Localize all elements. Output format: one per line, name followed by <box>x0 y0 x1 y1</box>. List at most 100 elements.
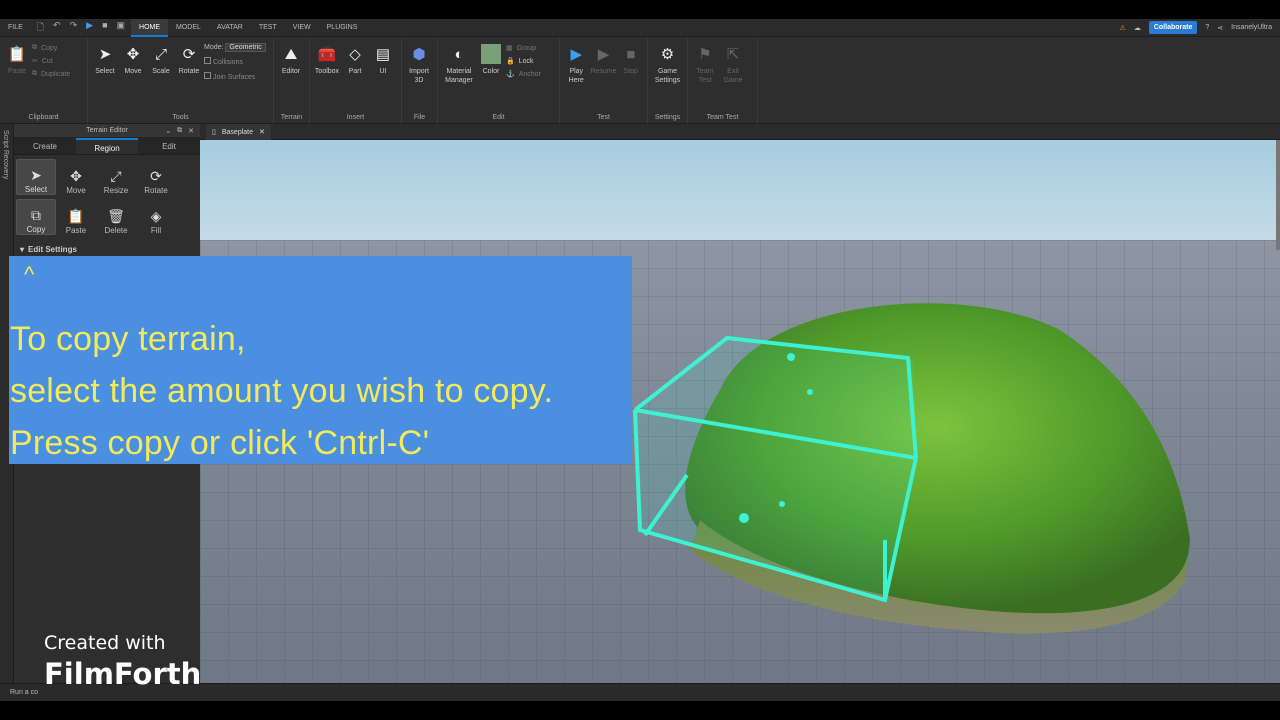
copy-button[interactable]: ⧉ Copy <box>32 44 70 52</box>
import-3d-button[interactable]: ⬢ Import 3D <box>406 42 432 124</box>
play-here-icon: ▶ <box>570 45 583 63</box>
copy-icon: ⧉ <box>31 207 41 223</box>
trash-icon: 🗑 <box>107 208 125 224</box>
paste-icon: 📋 <box>67 208 85 224</box>
watermark-line-2: FilmForth <box>44 657 202 691</box>
part-button[interactable]: ◇ Part <box>342 42 368 124</box>
game-settings-button[interactable]: ⚙ Game Settings <box>652 42 683 124</box>
edit-group: ◐ Material Manager Color ▦ Group 🔒 Lock ⚓ Anc… <box>438 38 560 124</box>
test-label: Test <box>597 114 610 121</box>
tools-label: Tools <box>172 114 189 121</box>
close-icon[interactable]: ✕ <box>259 128 265 136</box>
tab-edit[interactable]: Edit <box>138 138 200 154</box>
collisions-toggle[interactable]: Collisions <box>204 57 266 66</box>
select-tool-button[interactable]: ➤ Select <box>92 42 118 124</box>
notification-icon[interactable]: ⚠ <box>1120 24 1126 32</box>
duplicate-button[interactable]: ⧉ Duplicate <box>32 70 70 78</box>
import-3d-icon: ⬢ <box>412 45 426 63</box>
selection-handle[interactable] <box>739 513 749 523</box>
stop-icon[interactable]: ■ <box>102 20 107 36</box>
play-icon[interactable]: ▶ <box>86 20 93 36</box>
insert-group: 🧰 Toolbox ◇ Part ▤ UI Insert <box>310 38 402 124</box>
file-menu[interactable]: FILE <box>0 24 31 31</box>
tab-home[interactable]: HOME <box>131 18 169 37</box>
material-manager-button[interactable]: ◐ Material Manager <box>442 42 476 124</box>
tab-model[interactable]: MODEL <box>168 19 209 37</box>
mode-select[interactable]: Geometric <box>225 43 266 52</box>
triangle-down-icon: ▾ <box>20 245 25 254</box>
clipboard-group: 📋 Paste ⧉ Copy ✂ Cut ⧉ Duplicate Clipboard <box>0 38 88 124</box>
region-select-button[interactable]: ➤ Select <box>16 159 56 195</box>
tab-view[interactable]: VIEW <box>285 19 319 37</box>
region-move-button[interactable]: ✥ Move <box>56 159 96 195</box>
play-here-button[interactable]: ▶ Play Here <box>564 42 589 124</box>
collisions-checkbox[interactable] <box>204 57 211 64</box>
move-icon: ✥ <box>126 45 140 63</box>
terrain-icon: ⛰ <box>284 45 298 63</box>
region-rotate-button[interactable]: ⟳ Rotate <box>136 159 176 195</box>
selection-handle[interactable] <box>779 501 785 507</box>
paste-button[interactable]: 📋 Paste <box>4 42 30 124</box>
user-name[interactable]: InsanelyUltra <box>1231 24 1272 31</box>
tab-test[interactable]: TEST <box>251 19 285 37</box>
region-paste-button[interactable]: 📋 Paste <box>56 199 96 235</box>
viewport-scrollbar[interactable] <box>1276 140 1280 250</box>
quick-access: 🗋 ↶ ↷ ▶ ■ ▣ <box>31 20 131 36</box>
anchor-button[interactable]: ⚓ Anchor <box>506 70 541 79</box>
join-surfaces-checkbox[interactable] <box>204 72 211 79</box>
save-icon[interactable]: ▣ <box>117 20 126 36</box>
tab-region[interactable]: Region <box>76 138 138 154</box>
tab-create[interactable]: Create <box>14 138 76 154</box>
rotate-icon: ⟳ <box>182 45 196 63</box>
exit-game-button[interactable]: ⇱ Exit Game <box>720 42 746 124</box>
rotate-tool-button[interactable]: ⟳ Rotate <box>176 42 202 124</box>
doc-tab-baseplate[interactable]: ▯ Baseplate ✕ <box>206 124 271 140</box>
group-icon: ▦ <box>506 45 513 52</box>
region-fill-button[interactable]: ◈ Fill <box>136 199 176 235</box>
part-icon: ◇ <box>349 45 361 63</box>
chevron-down-icon[interactable]: ⌄ <box>165 127 171 135</box>
close-icon[interactable]: ✕ <box>188 127 194 135</box>
insert-label: Insert <box>346 114 365 121</box>
move-tool-button[interactable]: ✥ Move <box>120 42 146 124</box>
watermark-line-1: Created with <box>44 632 166 654</box>
resume-button[interactable]: ▶ Resume <box>590 42 616 124</box>
terrain-label: Terrain <box>280 114 303 121</box>
undock-icon[interactable]: ⧉ <box>177 127 182 135</box>
group-button[interactable]: ▦ Group <box>506 44 541 53</box>
share-icon[interactable]: ⋖ <box>1217 24 1223 32</box>
menu-bar: FILE 🗋 ↶ ↷ ▶ ■ ▣ HOME MODEL AVATAR TEST … <box>0 18 1280 37</box>
document-tabs: ▯ Baseplate ✕ <box>200 124 1280 140</box>
toolbox-button[interactable]: 🧰 Toolbox <box>314 42 340 124</box>
selection-handle[interactable] <box>787 353 795 361</box>
stop-button[interactable]: ■ Stop <box>619 42 644 124</box>
cut-button[interactable]: ✂ Cut <box>32 57 70 66</box>
tab-avatar[interactable]: AVATAR <box>209 19 251 37</box>
stop-icon: ■ <box>626 45 636 63</box>
selection-handle[interactable] <box>807 389 813 395</box>
help-icon[interactable]: ? <box>1205 24 1209 31</box>
join-surfaces-toggle[interactable]: Join Surfaces <box>204 72 266 81</box>
color-button[interactable]: Color <box>478 42 504 124</box>
terrain-editor-button[interactable]: ⛰ Editor <box>278 42 304 124</box>
edit-settings-header[interactable]: ▾ Edit Settings <box>14 243 200 257</box>
tab-plugins[interactable]: PLUGINS <box>319 19 366 37</box>
collaborate-button[interactable]: Collaborate <box>1148 21 1198 34</box>
redo-icon[interactable]: ↷ <box>70 20 78 36</box>
paste-icon: 📋 <box>7 45 27 63</box>
region-resize-button[interactable]: ⤢ Resize <box>96 159 136 195</box>
region-delete-button[interactable]: 🗑 Delete <box>96 199 136 235</box>
scale-tool-button[interactable]: ⤢ Scale <box>148 42 174 124</box>
team-test-button[interactable]: ⚑ Team Test <box>692 42 718 124</box>
region-tools: ➤ Select ✥ Move ⤢ Resize ⟳ Rotate ⧉ Copy 📋 Pas… <box>14 155 200 239</box>
ui-button[interactable]: ▤ UI <box>370 42 396 124</box>
region-copy-button[interactable]: ⧉ Copy <box>16 199 56 235</box>
lock-icon: 🔒 <box>506 58 515 65</box>
caption-text: To copy terrain, select the amount you w… <box>10 313 553 469</box>
edit-label: Edit <box>492 114 505 121</box>
lock-button[interactable]: 🔒 Lock <box>506 57 541 66</box>
new-file-icon[interactable]: 🗋 <box>37 20 44 36</box>
undo-icon[interactable]: ↶ <box>53 20 61 36</box>
cloud-icon[interactable]: ☁ <box>1134 24 1141 32</box>
move-icon: ✥ <box>70 168 82 184</box>
